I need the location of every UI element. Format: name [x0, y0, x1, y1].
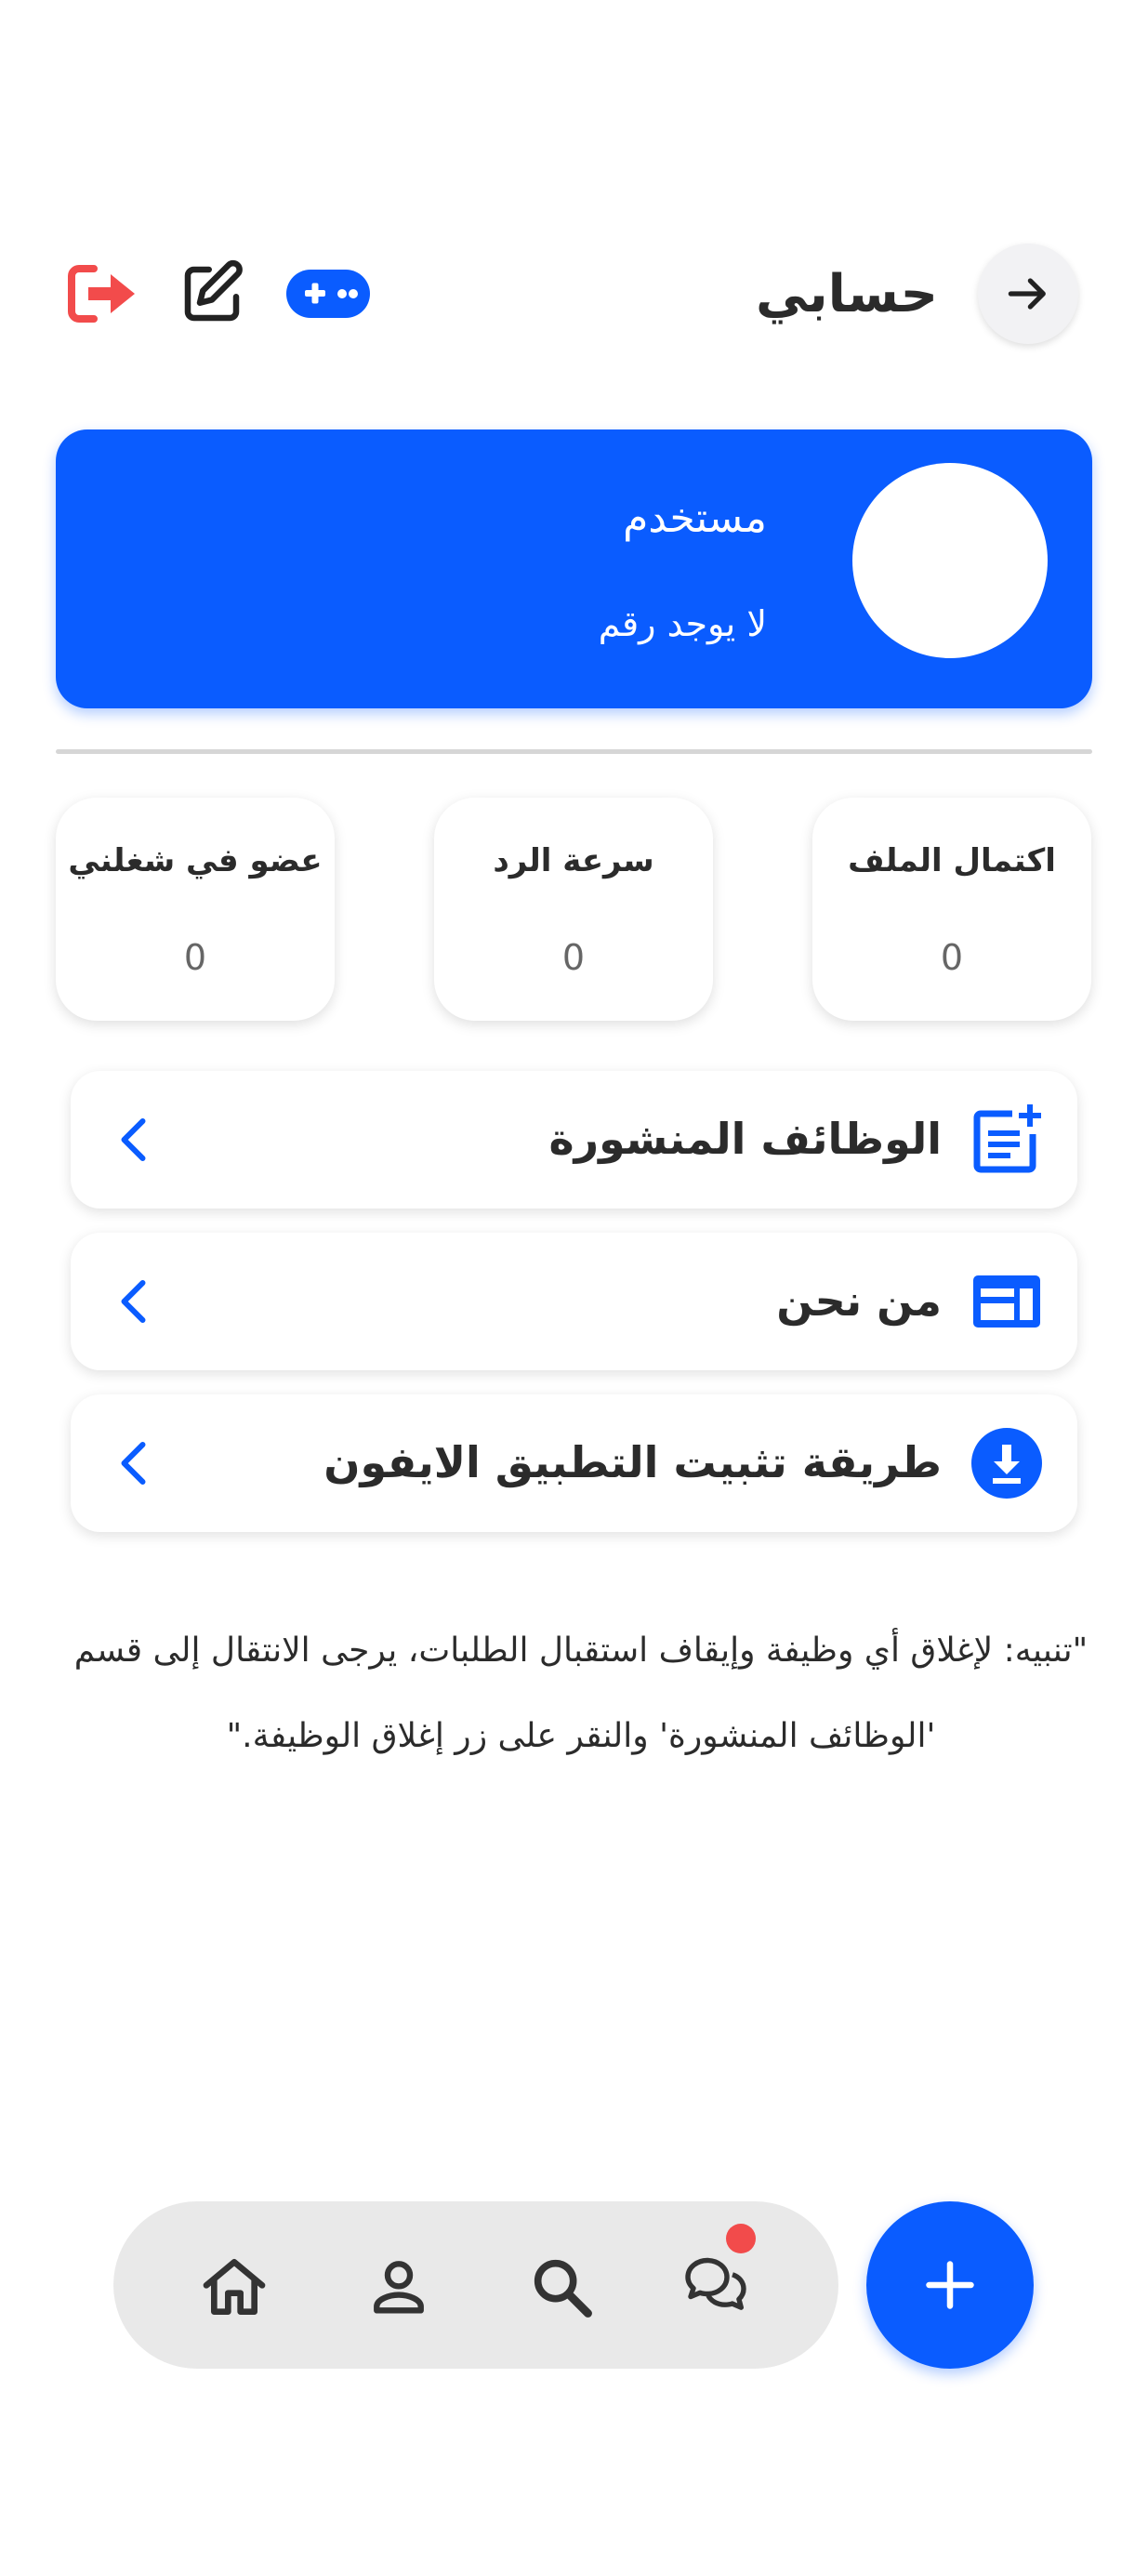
menu-item-posted-jobs[interactable]: الوظائف المنشورة [71, 1071, 1077, 1209]
home-icon [203, 2259, 266, 2315]
menu-label: من نحن [776, 1275, 942, 1326]
stat-value: 0 [940, 937, 964, 978]
back-button[interactable] [978, 244, 1078, 344]
avatar[interactable] [852, 463, 1048, 658]
user-phone: لا يوجد رقم [598, 603, 767, 644]
stat-response-speed: سرعة الرد 0 [434, 798, 713, 1021]
stat-label: عضو في شغلني [68, 842, 323, 879]
edit-profile-button[interactable] [175, 257, 249, 331]
chevron-left-icon [121, 1442, 146, 1485]
profile-icon [374, 2261, 424, 2314]
edit-icon [184, 259, 243, 322]
page-title: حسابي [755, 264, 938, 324]
gamepad-icon [286, 270, 370, 318]
logout-icon [68, 265, 135, 323]
nav-profile[interactable] [360, 2248, 438, 2326]
nav-search[interactable] [522, 2248, 600, 2326]
game-button[interactable] [284, 266, 372, 322]
post-add-icon [970, 1103, 1044, 1177]
menu-item-about-us[interactable]: من نحن [71, 1233, 1077, 1370]
profile-card[interactable]: مستخدم لا يوجد رقم [56, 429, 1092, 708]
chat-icon [685, 2257, 746, 2310]
close-job-notice: "تنبيه: لإغلاق أي وظيفة وإيقاف استقبال ا… [73, 1631, 1089, 1755]
stat-member-since: عضو في شغلني 0 [56, 798, 335, 1021]
menu-label: الوظائف المنشورة [548, 1114, 943, 1164]
arrow-right-icon [1008, 278, 1046, 310]
download-icon [970, 1426, 1044, 1500]
search-icon [534, 2259, 592, 2318]
stat-value: 0 [561, 937, 586, 978]
plus-icon [926, 2261, 974, 2309]
stat-label: اكتمال الملف [848, 842, 1056, 879]
user-name: مستخدم [623, 495, 767, 542]
account-page: حسابي مستخدم لا يوجد رقم اكتمال الملف 0 [0, 0, 1148, 2576]
bottom-nav [113, 2201, 838, 2369]
stat-profile-completion: اكتمال الملف 0 [812, 798, 1091, 1021]
stat-value: 0 [183, 937, 207, 978]
menu-label: طريقة تثبيت التطبيق الايفون [323, 1437, 942, 1487]
info-panel-icon [970, 1264, 1044, 1339]
nav-chat[interactable] [677, 2248, 755, 2326]
stat-label: سرعة الرد [493, 842, 654, 879]
divider [56, 749, 1092, 754]
nav-home[interactable] [195, 2248, 273, 2326]
chevron-left-icon [121, 1280, 146, 1323]
chat-notification-badge [726, 2224, 756, 2253]
logout-button[interactable] [65, 260, 141, 327]
add-job-button[interactable] [866, 2201, 1034, 2369]
menu-item-iphone-install-guide[interactable]: طريقة تثبيت التطبيق الايفون [71, 1394, 1077, 1532]
chevron-left-icon [121, 1118, 146, 1161]
